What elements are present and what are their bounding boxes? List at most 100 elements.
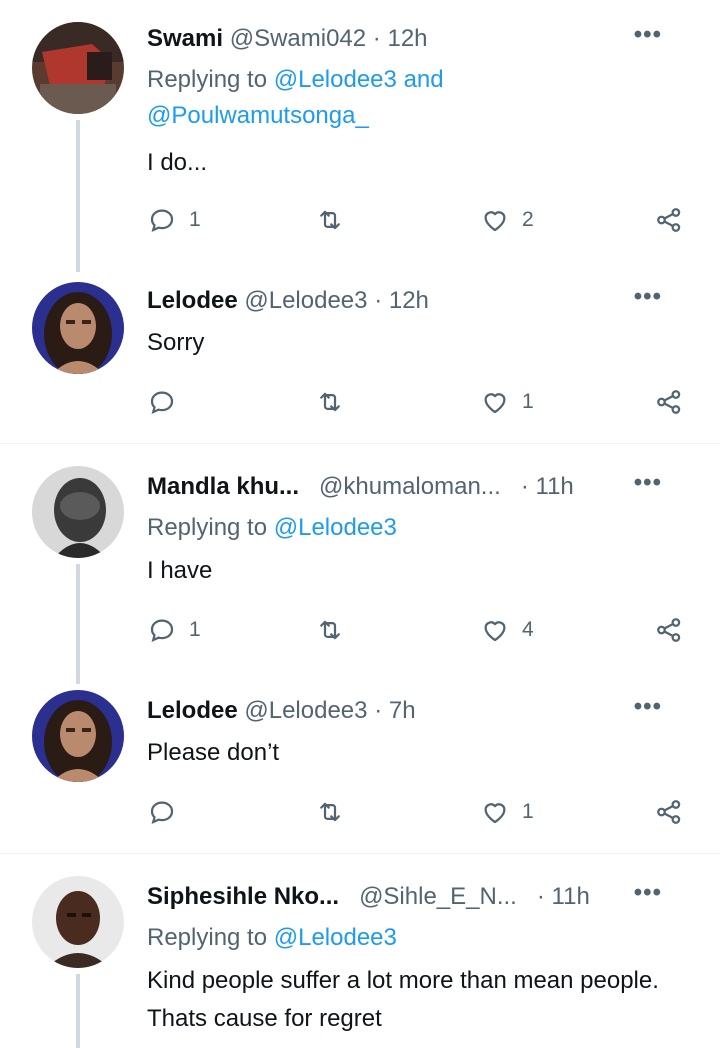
tweet-header: Swami @Swami042 · 12h •••	[147, 21, 696, 54]
retweet-button[interactable]	[315, 200, 357, 240]
thread-line	[76, 564, 80, 684]
retweet-button[interactable]	[315, 792, 357, 832]
display-name[interactable]: Siphesihle Nko...	[147, 883, 339, 910]
tweet-text: Please don’t	[147, 739, 280, 766]
tweet-text: I have	[147, 557, 213, 584]
heart-icon	[484, 211, 506, 232]
timestamp[interactable]: 11h	[552, 883, 590, 910]
reply-button[interactable]: 1	[147, 610, 201, 650]
replying-prefix: Replying to	[147, 514, 268, 541]
timestamp[interactable]: 7h	[389, 697, 416, 724]
mention-link[interactable]: @Lelodee3	[274, 66, 397, 93]
reply-button[interactable]	[147, 382, 189, 422]
tweet-actions: 1 4	[147, 610, 692, 650]
avatar[interactable]	[32, 282, 124, 374]
more-dots-icon[interactable]: •••	[634, 878, 662, 908]
tweet-text: Kind people suffer a lot more than mean …	[147, 967, 659, 1032]
mention-link[interactable]: @Lelodee3	[274, 924, 397, 951]
replying-to: Replying to @Lelodee3 and @Poulwamutsong…	[147, 62, 687, 134]
separator: ·	[536, 883, 545, 910]
share-button[interactable]	[654, 200, 684, 240]
more-dots-icon[interactable]: •••	[634, 20, 662, 50]
replying-prefix: Replying to	[147, 66, 268, 93]
tweet-header: Mandla khu... @khumaloman... · 11h •••	[147, 469, 696, 502]
share-icon	[657, 800, 681, 824]
avatar[interactable]	[32, 690, 124, 782]
timestamp[interactable]: 11h	[536, 473, 574, 500]
avatar[interactable]	[32, 22, 124, 114]
reply-icon	[150, 391, 174, 414]
tweet-actions: 1 2	[147, 200, 692, 240]
like-count: 2	[522, 208, 534, 231]
and-text: and	[403, 66, 444, 93]
thread-line	[76, 120, 80, 272]
retweet-icon	[320, 802, 340, 822]
user-handle[interactable]: @khumaloman...	[319, 473, 501, 500]
reply-icon	[150, 801, 174, 824]
reply-button[interactable]	[147, 792, 189, 832]
heart-icon	[484, 393, 506, 414]
mention-link[interactable]: @Lelodee3	[274, 514, 397, 541]
like-button[interactable]: 2	[480, 200, 534, 240]
like-button[interactable]: 1	[480, 792, 534, 832]
replying-to: Replying to @Lelodee3	[147, 510, 687, 546]
tweet-mandla[interactable]: Mandla khu... @khumaloman... · 11h ••• R…	[0, 444, 720, 684]
replying-prefix: Replying to	[147, 924, 268, 951]
separator: ·	[520, 473, 529, 500]
user-handle[interactable]: @Swami042	[230, 25, 366, 52]
like-count: 4	[522, 618, 534, 641]
display-name[interactable]: Lelodee	[147, 697, 238, 724]
like-count: 1	[522, 800, 534, 823]
display-name[interactable]: Mandla khu...	[147, 473, 299, 500]
tweet-lelodee[interactable]: Lelodee @Lelodee3 · 12h ••• Sorry 1	[0, 262, 720, 442]
like-button[interactable]: 4	[480, 610, 534, 650]
heart-icon	[484, 803, 506, 824]
heart-icon	[484, 621, 506, 642]
tweet-header: Lelodee @Lelodee3 · 12h •••	[147, 283, 696, 316]
more-dots-icon[interactable]: •••	[634, 282, 662, 312]
share-button[interactable]	[654, 610, 684, 650]
separator: ·	[372, 25, 381, 52]
retweet-button[interactable]	[315, 610, 357, 650]
like-count: 1	[522, 390, 534, 413]
share-icon	[657, 208, 681, 232]
tweet-siphesihle[interactable]: Siphesihle Nko... @Sihle_E_N... · 11h ••…	[0, 854, 720, 1048]
user-handle[interactable]: @Lelodee3	[244, 287, 367, 314]
tweet-lelodee-2[interactable]: Lelodee @Lelodee3 · 7h ••• Please don’t …	[0, 672, 720, 852]
tweet-header: Siphesihle Nko... @Sihle_E_N... · 11h ••…	[147, 879, 696, 912]
reply-count: 1	[189, 618, 201, 641]
tweet-header: Lelodee @Lelodee3 · 7h •••	[147, 693, 696, 726]
replying-to: Replying to @Lelodee3	[147, 920, 687, 956]
like-button[interactable]: 1	[480, 382, 534, 422]
tweet-actions: 1	[147, 382, 692, 422]
share-button[interactable]	[654, 382, 684, 422]
tweet-actions: 1	[147, 792, 692, 832]
reply-button[interactable]: 1	[147, 200, 201, 240]
avatar[interactable]	[32, 876, 124, 968]
retweet-icon	[320, 210, 340, 230]
timestamp[interactable]: 12h	[389, 287, 429, 314]
share-icon	[657, 618, 681, 642]
thread-line	[76, 974, 80, 1048]
retweet-icon	[320, 620, 340, 640]
tweet-text: Sorry	[147, 329, 205, 356]
user-handle[interactable]: @Lelodee3	[244, 697, 367, 724]
retweet-button[interactable]	[315, 382, 357, 422]
separator: ·	[374, 697, 383, 724]
display-name[interactable]: Swami	[147, 25, 223, 52]
share-icon	[657, 390, 681, 414]
retweet-icon	[320, 392, 340, 412]
display-name[interactable]: Lelodee	[147, 287, 238, 314]
reply-icon	[150, 619, 174, 642]
tweet-swami[interactable]: Swami @Swami042 · 12h ••• Replying to @L…	[0, 0, 720, 272]
timestamp[interactable]: 12h	[387, 25, 427, 52]
user-handle[interactable]: @Sihle_E_N...	[359, 883, 517, 910]
more-dots-icon[interactable]: •••	[634, 692, 662, 722]
reply-icon	[150, 209, 174, 232]
share-button[interactable]	[654, 792, 684, 832]
more-dots-icon[interactable]: •••	[634, 468, 662, 498]
mention-link[interactable]: @Poulwamutsonga_	[147, 102, 369, 129]
avatar[interactable]	[32, 466, 124, 558]
tweet-text: I do...	[147, 149, 208, 176]
reply-count: 1	[189, 208, 201, 231]
